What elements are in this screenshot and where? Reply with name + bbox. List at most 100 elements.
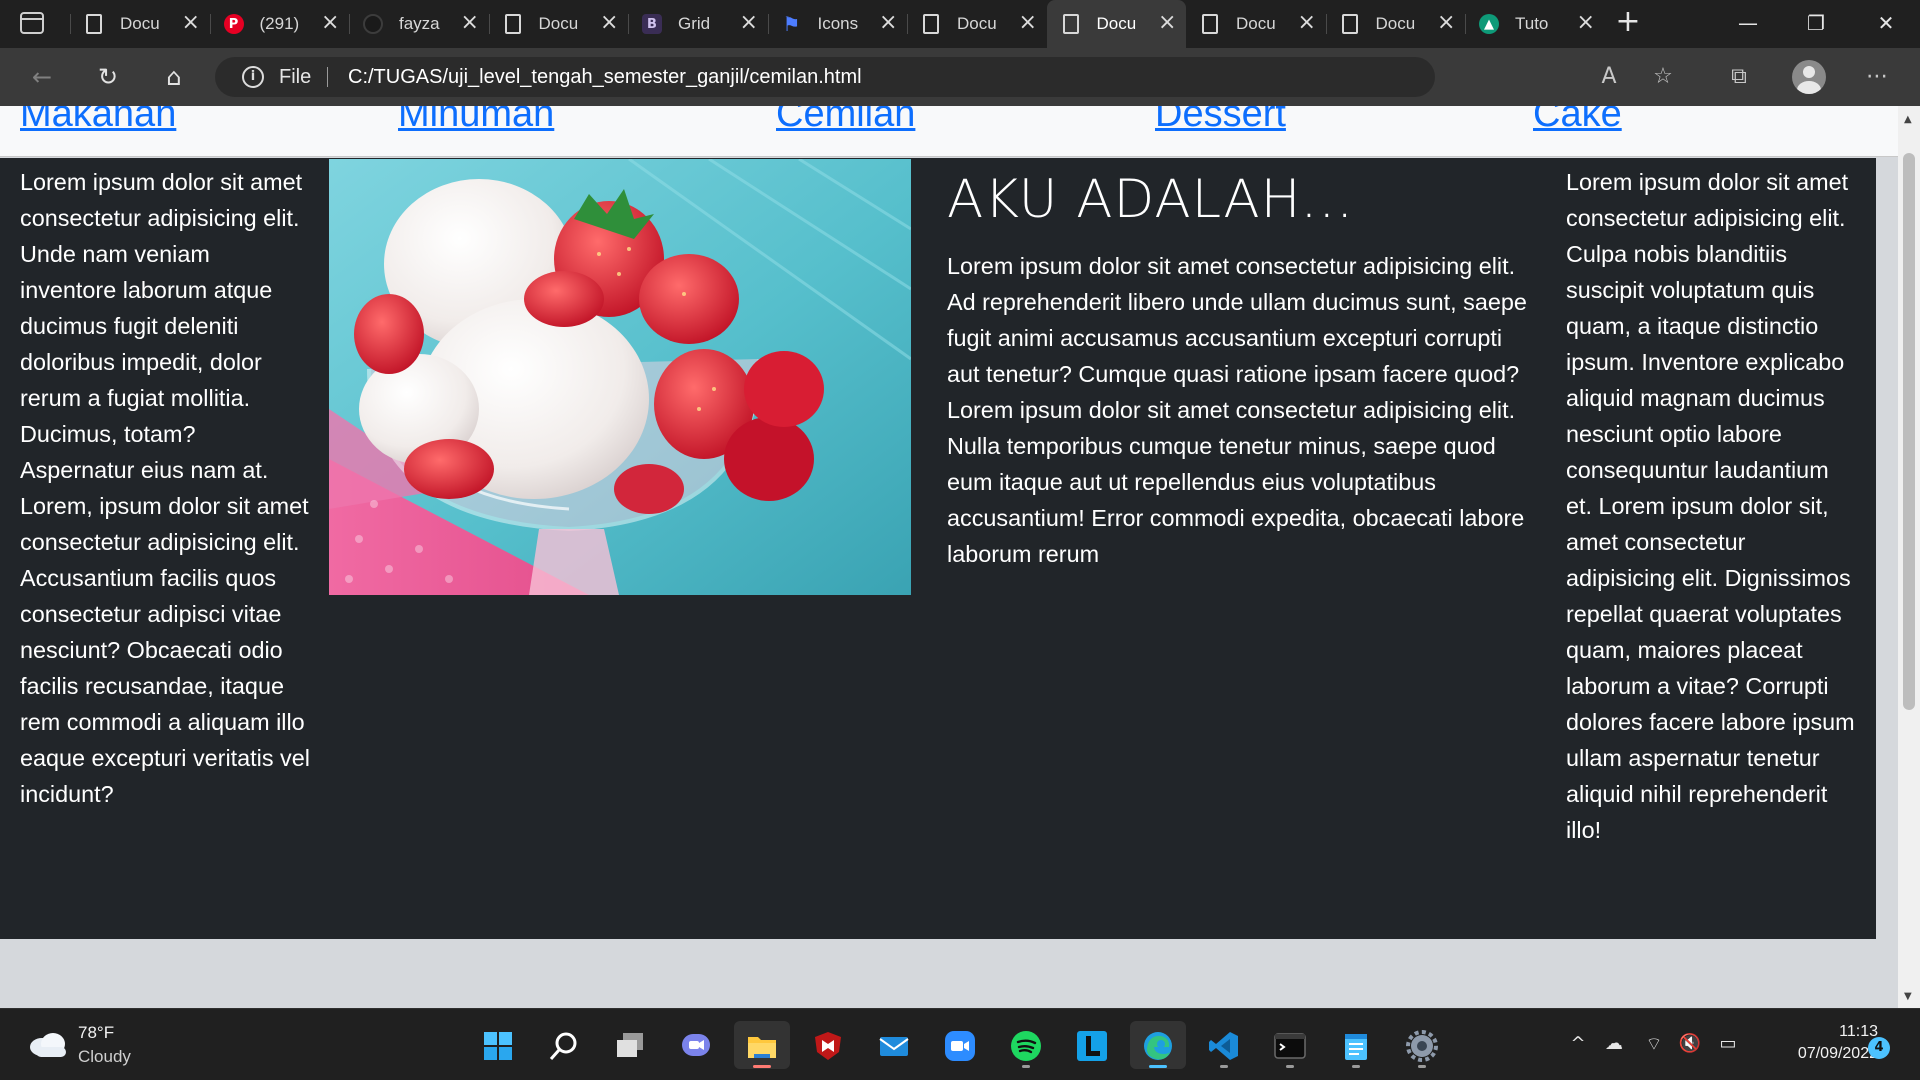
chat-button[interactable] (668, 1021, 724, 1069)
speaker-muted-icon[interactable]: 🔇 (1678, 1033, 1702, 1054)
running-indicator (1149, 1065, 1167, 1068)
running-indicator (1352, 1065, 1360, 1068)
close-icon[interactable]: × (1158, 12, 1176, 34)
pinterest-icon: P (223, 14, 244, 34)
close-icon[interactable]: × (600, 12, 618, 34)
chevron-up-icon[interactable]: ^ (1566, 1033, 1590, 1054)
address-bar[interactable]: i File C:/TUGAS/uji_level_tengah_semeste… (215, 57, 1435, 97)
task-view-button[interactable] (602, 1021, 658, 1069)
running-indicator (1022, 1065, 1030, 1068)
ice-cream-image (329, 159, 911, 595)
close-icon[interactable]: × (740, 12, 758, 34)
url-text[interactable]: C:/TUGAS/uji_level_tengah_semester_ganji… (348, 66, 862, 89)
tab-docu-5[interactable]: Docu × (1325, 0, 1466, 48)
scroll-thumb[interactable] (1903, 153, 1915, 710)
close-icon[interactable]: × (1577, 12, 1595, 34)
search-button[interactable] (536, 1021, 592, 1069)
restore-button[interactable]: ❐ (1782, 0, 1850, 48)
close-icon[interactable]: × (321, 12, 339, 34)
close-icon[interactable]: × (1437, 12, 1455, 34)
read-aloud-icon[interactable]: A (1594, 62, 1624, 92)
tab-title: Docu (957, 14, 997, 33)
onedrive-icon[interactable]: ☁ (1602, 1033, 1626, 1054)
close-icon[interactable]: × (1019, 12, 1037, 34)
tab-docu-3[interactable]: Docu × (907, 0, 1047, 48)
browser-tab-strip: Docu × P (291) × fayza × Docu × B Grid ×… (0, 0, 1920, 48)
edge-icon (1144, 1032, 1172, 1060)
mcafee-button[interactable] (800, 1021, 856, 1069)
tab-title: Docu (538, 14, 579, 33)
weather-temperature[interactable]: 78°F (78, 1023, 114, 1043)
page-viewport: Makanan Minuman Cemilan Dessert Cake Lor… (0, 106, 1898, 1008)
nav-link-minuman[interactable]: Minuman (398, 106, 554, 142)
tab-docu-4[interactable]: Docu × (1186, 0, 1326, 48)
tab-grid[interactable]: B Grid × (628, 0, 768, 48)
running-indicator (1286, 1065, 1294, 1068)
nav-link-makanan[interactable]: Makanan (20, 106, 176, 142)
tab-github[interactable]: fayza × (349, 0, 489, 48)
chat-icon (682, 1034, 710, 1056)
close-window-button[interactable]: ✕ (1852, 0, 1920, 48)
clock-date[interactable]: 07/09/2022 (1760, 1045, 1878, 1063)
mail-button[interactable] (866, 1021, 922, 1069)
notification-badge[interactable]: 4 (1868, 1037, 1890, 1059)
tab-tutorial[interactable]: ▲ Tuto × (1465, 0, 1605, 48)
tab-title: Docu (1375, 14, 1416, 33)
notepad-button[interactable] (1328, 1021, 1384, 1069)
minimize-button[interactable]: — (1714, 0, 1782, 48)
profile-avatar[interactable] (1792, 60, 1826, 94)
battery-icon[interactable]: ▭ (1716, 1033, 1740, 1054)
settings-icon (1406, 1030, 1438, 1062)
tab-docu-2[interactable]: Docu × (488, 0, 629, 48)
tab-list: Docu × P (291) × fayza × Docu × B Grid ×… (70, 0, 1605, 48)
tab-title: (291) (259, 14, 300, 33)
new-tab-button[interactable]: + (1613, 7, 1643, 38)
tab-icons[interactable]: ⚑ Icons × (767, 0, 908, 48)
document-icon (1062, 14, 1079, 34)
file-explorer-icon (748, 1037, 776, 1058)
scroll-up-icon[interactable]: ▲ (1904, 114, 1912, 125)
vscode-button[interactable] (1196, 1021, 1252, 1069)
page-scrollbar[interactable]: ▲ ▼ (1898, 106, 1920, 1008)
collections-icon[interactable]: ⧉ (1724, 62, 1754, 92)
start-button[interactable] (470, 1021, 526, 1069)
workspaces-icon[interactable] (20, 12, 44, 34)
close-icon[interactable]: × (1298, 12, 1316, 34)
settings-button[interactable] (1394, 1021, 1450, 1069)
terminal-button[interactable] (1262, 1021, 1318, 1069)
back-icon[interactable]: ← (27, 62, 57, 92)
tab-docu-1[interactable]: Docu × (70, 0, 210, 48)
left-column-text: Lorem ipsum dolor sit amet consectetur a… (20, 169, 310, 807)
refresh-icon[interactable]: ↻ (93, 62, 123, 92)
tab-docu-active[interactable]: Docu × (1046, 0, 1186, 48)
close-icon[interactable]: × (182, 12, 200, 34)
add-favorite-icon[interactable]: ☆ (1648, 62, 1678, 92)
l-app-button[interactable] (1064, 1021, 1120, 1069)
spotify-button[interactable] (998, 1021, 1054, 1069)
clock-time[interactable]: 11:13 (1818, 1023, 1878, 1041)
scroll-down-icon[interactable]: ▼ (1904, 991, 1912, 1002)
wifi-icon[interactable]: ⌔ (1642, 1033, 1666, 1056)
tab-title: Icons (817, 14, 859, 33)
home-icon[interactable]: ⌂ (159, 62, 189, 92)
edge-button[interactable] (1130, 1021, 1186, 1069)
close-icon[interactable]: × (879, 12, 897, 34)
nav-link-cemilan[interactable]: Cemilan (776, 106, 915, 142)
nav-link-cake[interactable]: Cake (1533, 106, 1622, 142)
tab-pinterest[interactable]: P (291) × (209, 0, 350, 48)
notepad-icon (1345, 1034, 1367, 1060)
document-icon (1202, 14, 1218, 34)
nav-link-dessert[interactable]: Dessert (1155, 106, 1286, 142)
close-icon[interactable]: × (461, 12, 479, 34)
weather-condition[interactable]: Cloudy (78, 1047, 131, 1067)
more-options-icon[interactable]: ⋯ (1862, 62, 1892, 92)
spotify-icon (1011, 1031, 1041, 1061)
document-icon (1341, 14, 1358, 34)
cloud-icon[interactable] (28, 1031, 68, 1057)
tab-title: Grid (678, 14, 711, 33)
zoom-button[interactable] (932, 1021, 988, 1069)
windows-taskbar: 78°F Cloudy ^ ☁ ⌔ 🔇 ▭ 11:13 07/09/2022 4 (0, 1008, 1920, 1080)
file-explorer-button[interactable] (734, 1021, 790, 1069)
info-icon[interactable]: i (242, 66, 264, 88)
url-separator (327, 67, 328, 87)
